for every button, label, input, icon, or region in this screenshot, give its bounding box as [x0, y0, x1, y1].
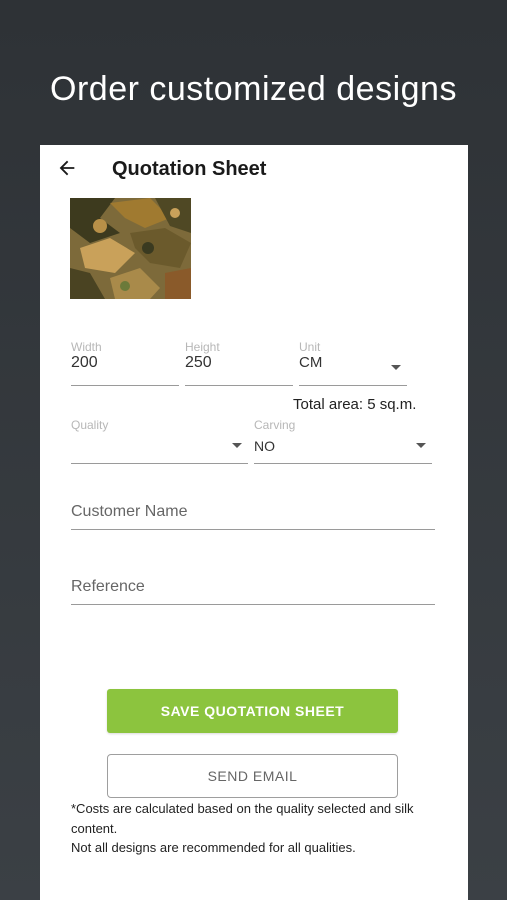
- width-label: Width: [71, 340, 102, 354]
- total-area: Total area: 5 sq.m.: [293, 396, 417, 413]
- chevron-down-icon: [232, 443, 242, 448]
- width-field[interactable]: Width 200: [71, 340, 179, 386]
- unit-value: CM: [299, 354, 323, 371]
- unit-select[interactable]: Unit CM: [299, 340, 407, 386]
- promo-title: Order customized designs: [50, 70, 457, 108]
- app-bar: Quotation Sheet: [40, 145, 468, 195]
- width-value: 200: [71, 354, 98, 371]
- height-underline: [185, 385, 293, 386]
- width-underline: [71, 385, 179, 386]
- carving-underline: [254, 463, 432, 464]
- chevron-down-icon: [416, 443, 426, 448]
- reference-input[interactable]: Reference: [71, 578, 435, 605]
- quality-select[interactable]: Quality: [71, 418, 248, 464]
- unit-underline: [299, 385, 407, 386]
- carving-select[interactable]: Carving NO: [254, 418, 432, 464]
- height-value: 250: [185, 354, 212, 371]
- height-field[interactable]: Height 250: [185, 340, 293, 386]
- quotation-sheet-screen: Quotation Sheet Width 200 Height 250 Uni…: [40, 145, 468, 900]
- customer-name-underline: [71, 529, 435, 530]
- reference-underline: [71, 604, 435, 605]
- height-label: Height: [185, 340, 220, 354]
- reference-placeholder: Reference: [71, 578, 145, 595]
- recommendation-note-line: Not all designs are recommended for all …: [71, 840, 356, 855]
- back-button[interactable]: [54, 157, 80, 183]
- send-email-button[interactable]: SEND EMAIL: [107, 754, 398, 798]
- customer-name-input[interactable]: Customer Name: [71, 503, 435, 530]
- chevron-down-icon: [391, 365, 401, 370]
- cost-note-line: *Costs are calculated based on the quali…: [71, 801, 414, 836]
- arrow-left-icon: [56, 157, 78, 184]
- customer-name-placeholder: Customer Name: [71, 503, 188, 520]
- cost-note: *Costs are calculated based on the quali…: [71, 799, 441, 858]
- quality-underline: [71, 463, 248, 464]
- carving-value: NO: [254, 438, 275, 454]
- save-quotation-button[interactable]: SAVE QUOTATION SHEET: [107, 689, 398, 733]
- page-title: Quotation Sheet: [112, 158, 267, 180]
- unit-label: Unit: [299, 340, 321, 354]
- quality-label: Quality: [71, 418, 109, 432]
- carving-label: Carving: [254, 418, 296, 432]
- design-thumbnail[interactable]: [70, 198, 191, 299]
